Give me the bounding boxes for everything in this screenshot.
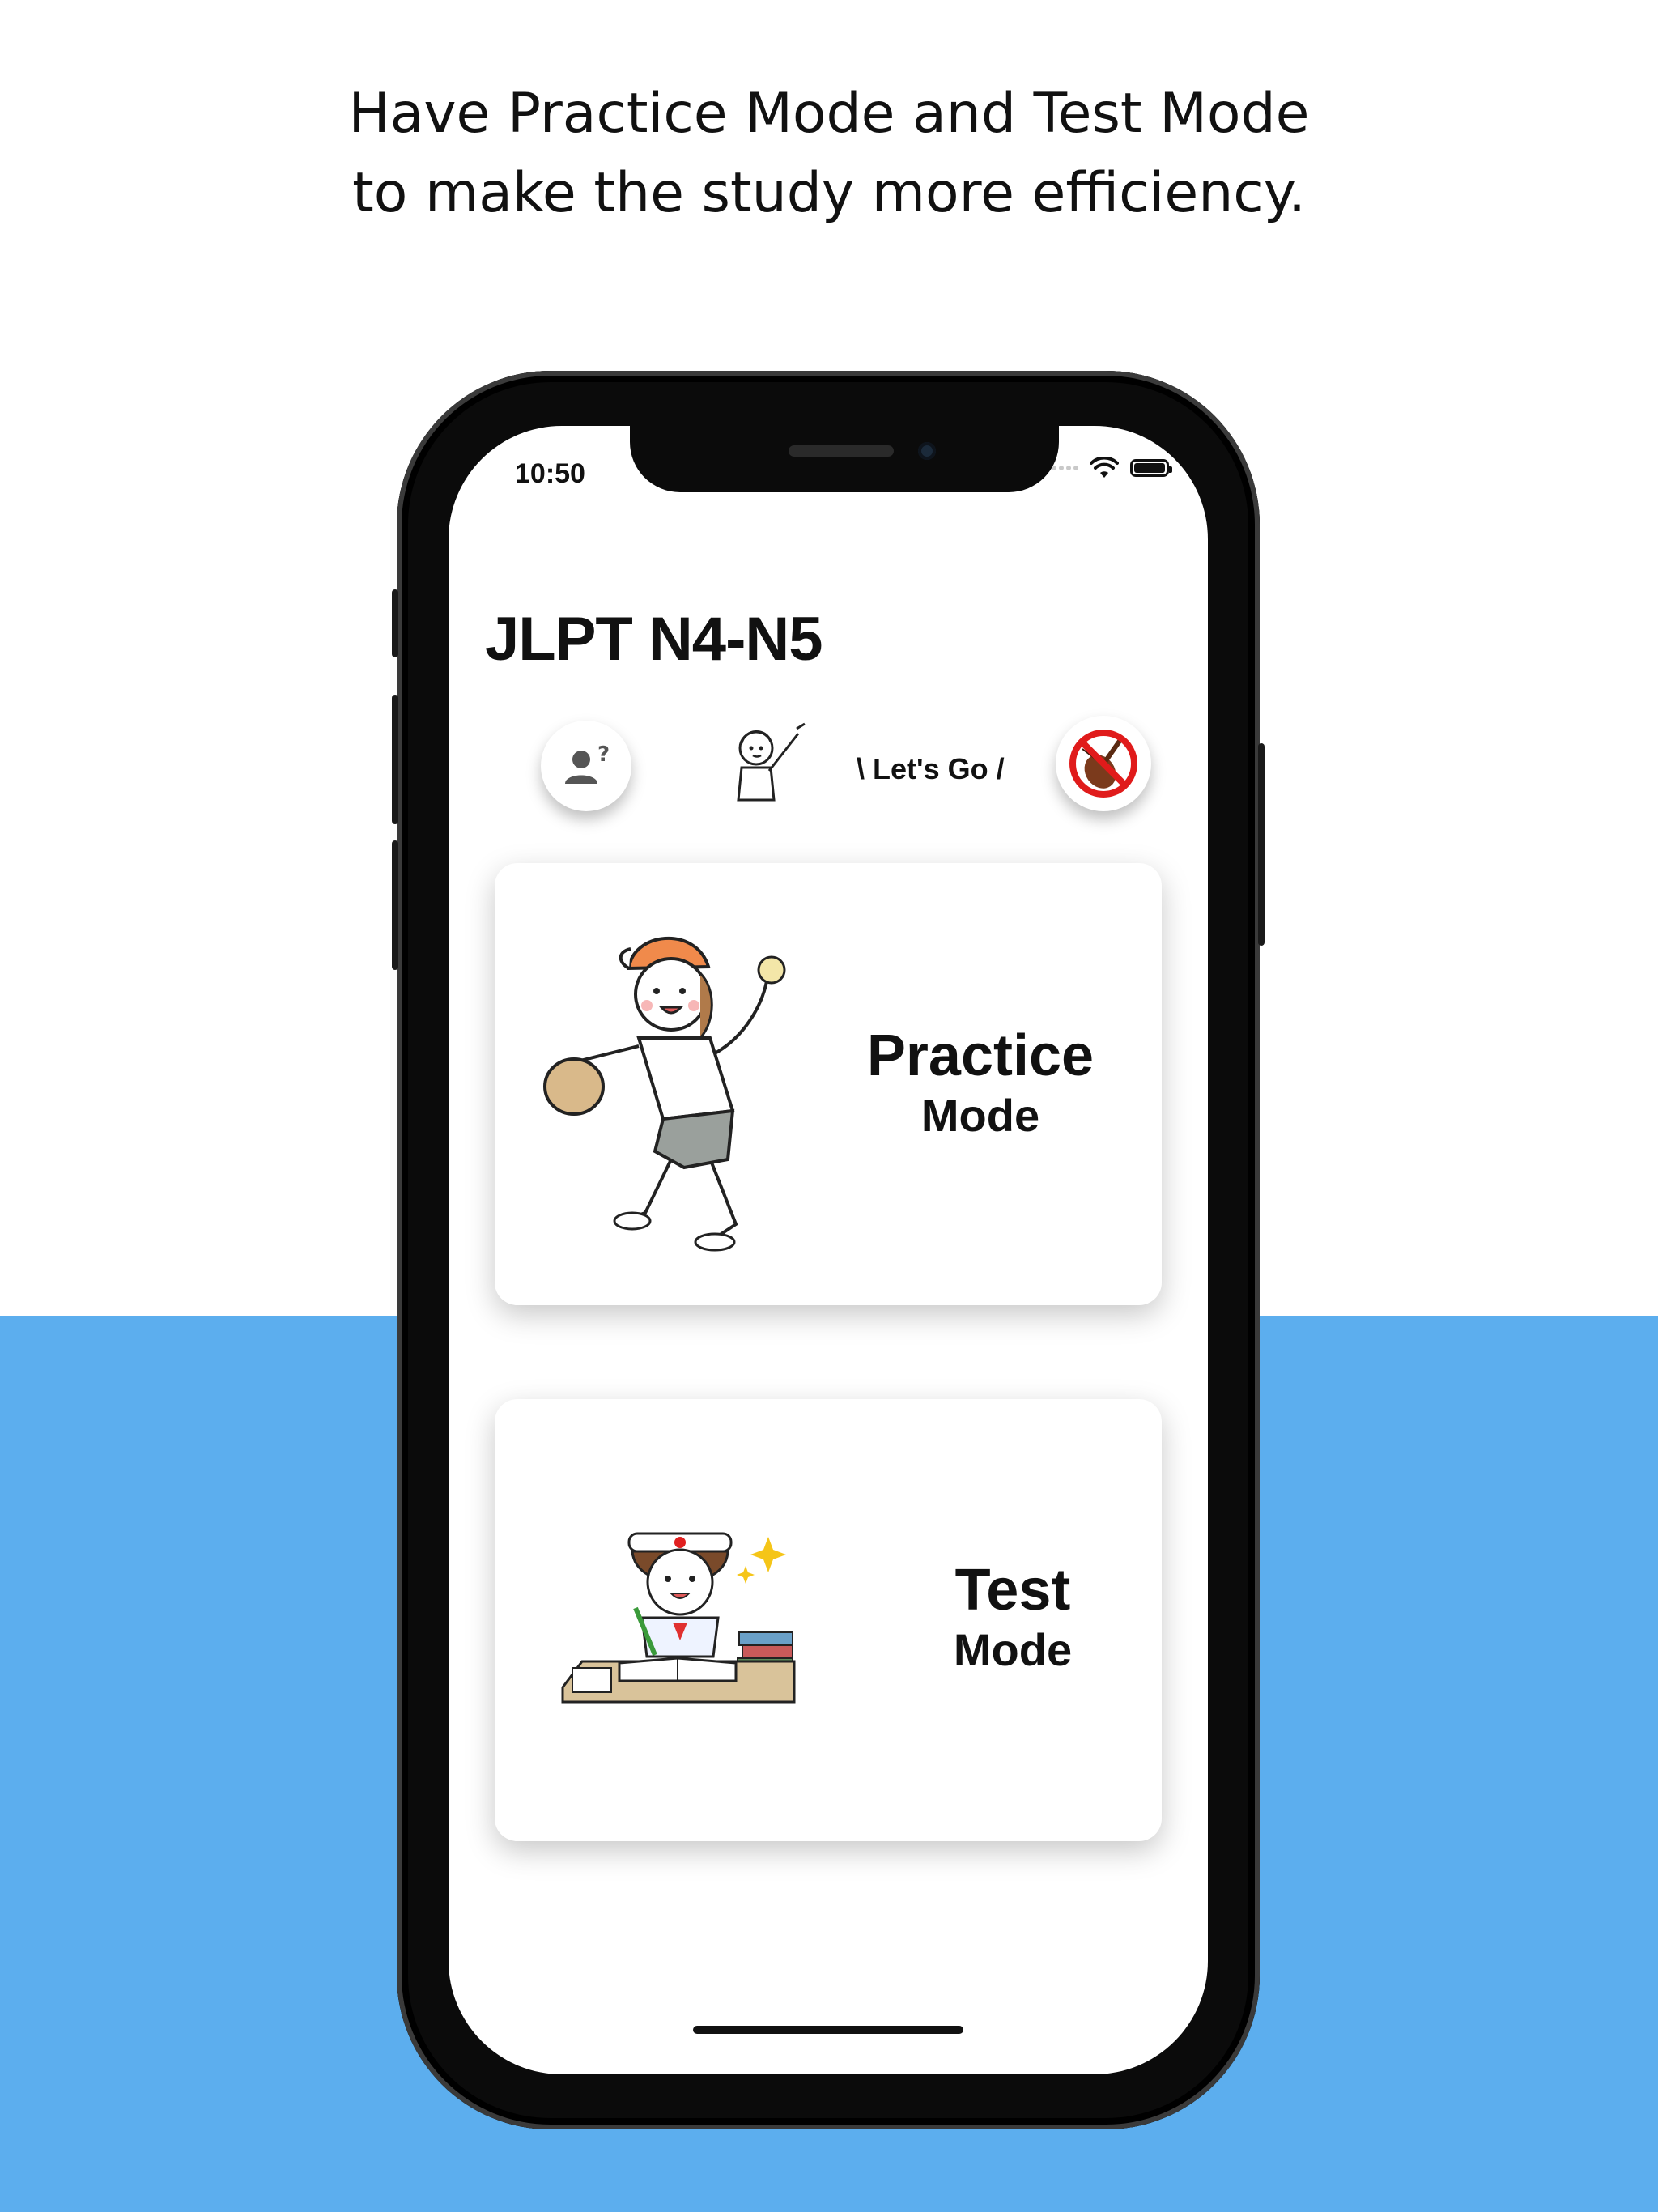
battery-icon — [1130, 459, 1172, 477]
sound-toggle-button[interactable] — [1056, 716, 1151, 811]
svg-text:?: ? — [597, 742, 610, 767]
phone-frame: 10:50 JLPT N4-N5 ? \ Let's Go / Practice… — [392, 371, 1265, 2129]
power-button — [1258, 743, 1265, 946]
practice-title: Practice — [866, 1023, 1095, 1088]
wifi-icon — [1090, 457, 1119, 478]
volume-down-button — [392, 840, 398, 970]
marketing-headline: Have Practice Mode and Test Mode to make… — [0, 74, 1658, 233]
test-title: Test — [954, 1558, 1071, 1623]
student-studying-illustration — [561, 1532, 796, 1704]
headline-line-2: to make the study more efficiency. — [352, 161, 1306, 225]
status-time: 10:50 — [515, 458, 585, 489]
no-music-violin-icon — [1069, 730, 1137, 798]
practice-subtitle: Mode — [920, 1090, 1040, 1141]
front-camera-icon — [918, 442, 936, 460]
mute-switch — [392, 589, 398, 657]
phone-screen: 10:50 JLPT N4-N5 ? \ Let's Go / Practice… — [449, 426, 1208, 2074]
user-question-icon: ? — [565, 742, 610, 784]
status-icons — [1052, 457, 1172, 479]
speaker-grille — [789, 445, 894, 457]
volume-up-button — [392, 695, 398, 824]
baseball-player-illustration — [543, 937, 786, 1252]
signal-dots-icon — [1052, 466, 1078, 470]
profile-help-button[interactable]: ? — [541, 721, 631, 811]
practice-mode-label: Practice Mode — [843, 1023, 1118, 1143]
test-subtitle: Mode — [953, 1624, 1073, 1675]
app-title: JLPT N4-N5 — [485, 605, 823, 674]
practice-mode-card[interactable]: Practice Mode — [495, 863, 1162, 1305]
test-mode-card[interactable]: Test Mode — [495, 1399, 1162, 1841]
headline-line-1: Have Practice Mode and Test Mode — [348, 82, 1310, 146]
pointing-boy-icon — [737, 722, 806, 802]
home-indicator[interactable] — [693, 2026, 963, 2034]
notch — [630, 426, 1059, 492]
lets-go-label: \ Let's Go / — [857, 752, 1005, 785]
test-mode-label: Test Mode — [916, 1558, 1110, 1678]
